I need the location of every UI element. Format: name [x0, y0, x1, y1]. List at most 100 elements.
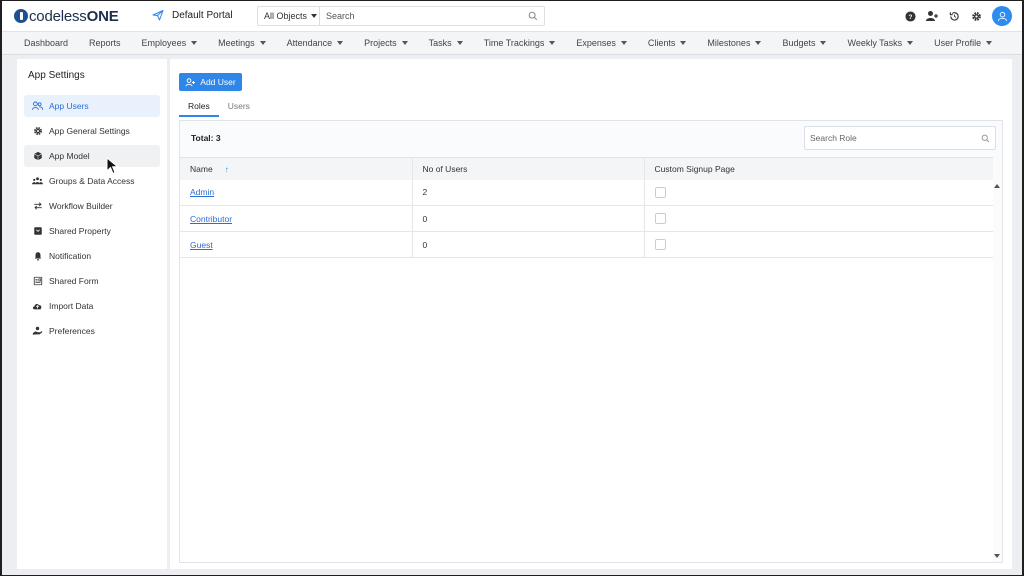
column-header-users[interactable]: No of Users [412, 157, 645, 180]
sidebar-item-label: Groups & Data Access [49, 176, 135, 186]
nav-item-meetings[interactable]: Meetings [218, 38, 266, 48]
chevron-down-icon [986, 41, 993, 45]
form-icon [32, 276, 43, 287]
nav-item-user-profile[interactable]: User Profile [934, 38, 993, 48]
nav-item-label: Dashboard [24, 38, 69, 48]
chevron-down-icon [620, 41, 627, 45]
nav-item-reports[interactable]: Reports [89, 38, 121, 48]
sidebar-item-app-model[interactable]: App Model [24, 145, 160, 167]
add-user-icon[interactable] [925, 9, 939, 23]
logo-mark-icon [14, 9, 28, 23]
nav-item-label: Time Trackings [483, 38, 545, 48]
sidebar-title: App Settings [28, 70, 85, 81]
scroll-up-icon[interactable] [994, 184, 1000, 188]
sidebar-item-workflow-builder[interactable]: Workflow Builder [24, 195, 160, 217]
sidebar-item-label: Import Data [49, 301, 94, 311]
sidebar-item-label: App Users [49, 101, 89, 111]
custom-signup-checkbox[interactable] [654, 213, 666, 224]
sidebar-item-label: Workflow Builder [49, 201, 113, 211]
paper-plane-icon [152, 10, 164, 21]
tabs: Roles Users [179, 97, 259, 117]
nav-item-label: Employees [141, 38, 187, 48]
gear-icon [32, 126, 43, 137]
nav-item-dashboard[interactable]: Dashboard [24, 38, 68, 48]
nav-item-weekly-tasks[interactable]: Weekly Tasks [847, 38, 914, 48]
role-name-link[interactable]: Admin [190, 187, 214, 197]
nav-item-expenses[interactable]: Expenses [576, 38, 627, 48]
logo[interactable]: codelessONE [14, 7, 119, 25]
roles-panel-header: Total: 3 [180, 121, 1002, 157]
nav-item-label: Attendance [286, 38, 333, 48]
cloud-upload-icon [32, 301, 43, 312]
app-window: codelessONE Default Portal All Objects ? [2, 1, 1022, 575]
sort-ascending-icon[interactable]: ↑ [225, 165, 229, 174]
main-content: Add User Roles Users Total: 3 Name [170, 59, 1012, 569]
table-row[interactable]: Contributor 0 [180, 205, 995, 232]
help-icon[interactable]: ? [903, 9, 917, 23]
groups-icon [32, 176, 43, 187]
roles-panel: Total: 3 Name ↑ No of Users Custom Signup… [179, 120, 1003, 563]
sidebar-item-import-data[interactable]: Import Data [24, 295, 160, 317]
custom-signup-cell [644, 179, 995, 206]
table-row[interactable]: Guest 0 [180, 231, 995, 258]
search-button[interactable] [522, 7, 544, 25]
role-search-input[interactable] [805, 133, 975, 143]
nav-item-projects[interactable]: Projects [364, 38, 408, 48]
nav-item-employees[interactable]: Employees [142, 38, 198, 48]
sidebar-item-app-general-settings[interactable]: App General Settings [24, 120, 160, 142]
role-users-count: 0 [412, 205, 645, 232]
column-header-custom-signup[interactable]: Custom Signup Page [644, 157, 995, 180]
sidebar-item-app-users[interactable]: App Users [24, 95, 160, 117]
users-icon [32, 101, 43, 112]
nav-item-label: Projects [364, 38, 397, 48]
role-name-link[interactable]: Guest [190, 240, 213, 250]
global-search: All Objects [257, 6, 545, 26]
portal-switcher[interactable]: Default Portal [152, 9, 233, 21]
nav-item-label: Reports [89, 38, 121, 48]
nav-item-clients[interactable]: Clients [648, 38, 687, 48]
main-nav: Dashboard Reports Employees Meetings Attenda… [2, 31, 1022, 55]
nav-item-tasks[interactable]: Tasks [429, 38, 463, 48]
user-avatar[interactable] [992, 6, 1012, 26]
sidebar-item-preferences[interactable]: Preferences [24, 320, 160, 342]
sidebar-item-groups-and-data-access[interactable]: Groups & Data Access [24, 170, 160, 192]
search-input[interactable] [320, 7, 522, 25]
nav-item-budgets[interactable]: Budgets [782, 38, 827, 48]
scroll-down-icon[interactable] [994, 554, 1000, 558]
sidebar-item-shared-form[interactable]: Shared Form [24, 270, 160, 292]
search-scope-select[interactable]: All Objects [258, 7, 320, 25]
nav-item-time-trackings[interactable]: Time Trackings [484, 38, 556, 48]
role-name-link[interactable]: Contributor [190, 214, 232, 224]
search-icon [528, 11, 538, 21]
add-user-button[interactable]: Add User [179, 73, 242, 91]
sidebar-item-shared-property[interactable]: Shared Property [24, 220, 160, 242]
chevron-down-icon [820, 41, 827, 45]
chevron-down-icon [549, 41, 556, 45]
role-users-count: 0 [412, 231, 645, 258]
nav-item-label: Weekly Tasks [847, 38, 903, 48]
sidebar-item-notification[interactable]: Notification [24, 245, 160, 267]
logo-suffix: ONE [86, 7, 119, 25]
history-icon[interactable] [947, 9, 961, 23]
nav-item-label: Milestones [707, 38, 751, 48]
nav-item-attendance[interactable]: Attendance [287, 38, 344, 48]
tab-roles[interactable]: Roles [179, 97, 219, 117]
role-name-cell: Contributor [180, 205, 413, 232]
add-user-icon [185, 77, 196, 86]
custom-signup-checkbox[interactable] [654, 186, 666, 198]
column-header-name[interactable]: Name ↑ [180, 157, 413, 180]
column-name-label: Name [190, 163, 213, 174]
table-row[interactable]: Admin 2 [180, 179, 995, 206]
mouse-cursor-icon [106, 157, 119, 175]
nav-item-label: Tasks [428, 38, 452, 48]
app-settings-sidebar: App Settings App Users App General Settin… [17, 59, 167, 569]
role-name-cell: Admin [180, 179, 413, 206]
settings-icon[interactable] [969, 9, 983, 23]
vertical-scrollbar[interactable] [993, 157, 1002, 562]
search-icon[interactable] [975, 134, 995, 143]
tab-users[interactable]: Users [219, 97, 259, 117]
total-count: Total: 3 [191, 133, 221, 143]
chevron-down-icon [680, 41, 687, 45]
nav-item-milestones[interactable]: Milestones [707, 38, 762, 48]
custom-signup-checkbox[interactable] [654, 239, 666, 250]
